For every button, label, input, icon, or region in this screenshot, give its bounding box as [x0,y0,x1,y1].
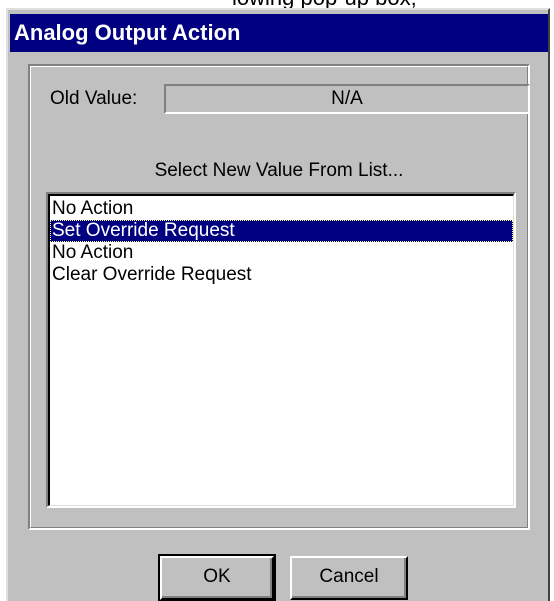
select-prompt: Select New Value From List... [154,160,404,181]
cancel-button[interactable]: Cancel [290,556,408,600]
ok-button[interactable]: OK [158,554,276,601]
list-item[interactable]: No Action [50,198,513,220]
analog-output-action-dialog: Analog Output Action Old Value: N/A Sele… [6,8,550,601]
dialog-title: Analog Output Action [14,20,241,45]
list-item-selected[interactable]: Set Override Request [50,220,513,242]
list-item[interactable]: Clear Override Request [50,264,513,286]
old-value-field: N/A [164,84,530,114]
old-value-label: Old Value: [50,88,138,109]
page: lowing pop-up box; Analog Output Action … [0,0,554,601]
new-value-listbox[interactable]: No Action Set Override Request No Action… [46,192,516,508]
dialog-title-bar[interactable]: Analog Output Action [10,14,548,52]
list-item[interactable]: No Action [50,242,513,264]
content-group: Old Value: N/A Select New Value From Lis… [28,64,530,530]
